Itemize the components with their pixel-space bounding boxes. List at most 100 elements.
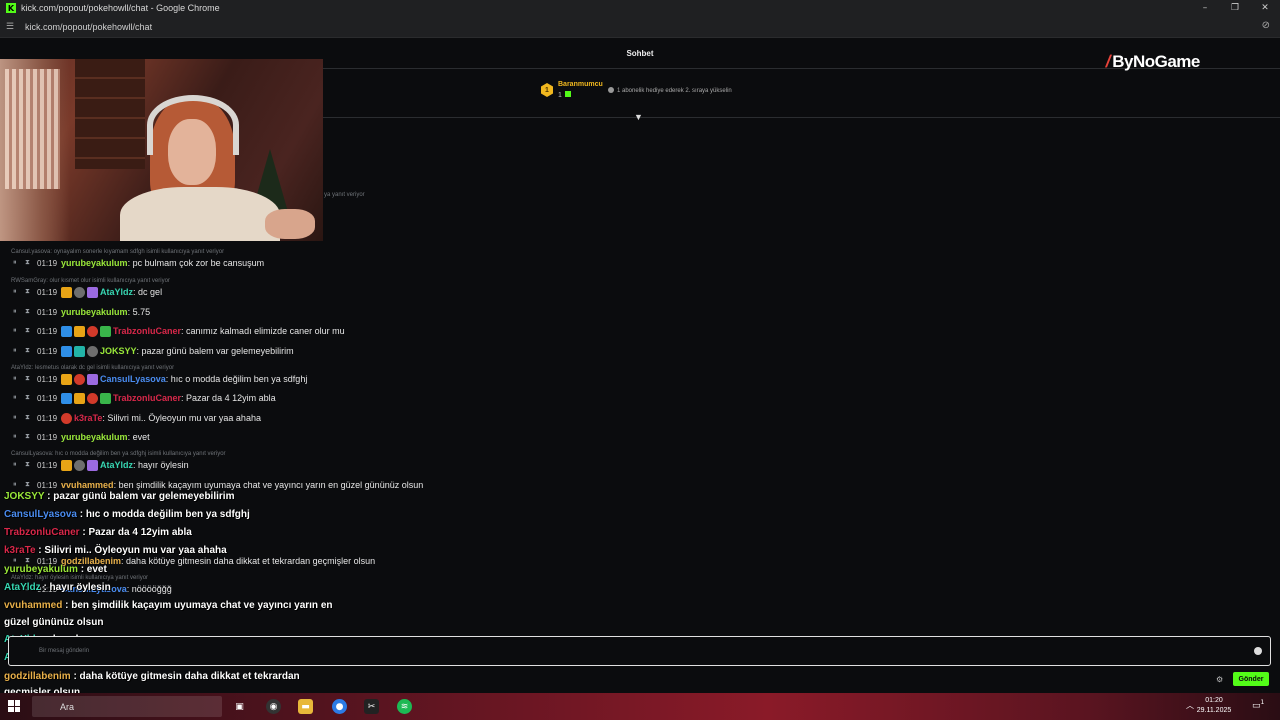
timeout-icon[interactable]: ⧗: [25, 308, 37, 316]
streamer-hand: [265, 209, 315, 239]
pin-message-icon[interactable]: ⏸: [13, 433, 25, 441]
reply-reference[interactable]: RWSamGray: olur kısmet olur isimli kulla…: [11, 278, 170, 284]
message-text: : ben şimdilik kaçayım uyumaya chat ve y…: [113, 480, 424, 490]
maximize-button[interactable]: ❐: [1220, 0, 1250, 16]
chat-settings-icon[interactable]: ⚙: [1216, 675, 1223, 684]
pin-message-icon[interactable]: ⏸: [13, 308, 25, 316]
timeout-icon[interactable]: ⧗: [25, 461, 37, 469]
chat-message[interactable]: ⏸ ⧗ 01:19 CansulLyasova: hıc o modda değili…: [13, 372, 307, 386]
overlay-chat-line: godzillabenim : daha kötüye gitmesin dah…: [4, 671, 300, 682]
user-badge-icon: [74, 325, 86, 337]
chat-message[interactable]: ⏸ ⧗ 01:19 yurubeyakulum: 5.75: [13, 305, 150, 319]
message-username[interactable]: k3raTe: [74, 413, 102, 423]
minimize-button[interactable]: –: [1190, 0, 1220, 16]
chat-message[interactable]: ⏸ ⧗ 01:19 TrabzonluCaner: Pazar da 4 12yim …: [13, 391, 276, 405]
eye-off-icon[interactable]: ⊘: [1262, 20, 1270, 31]
message-time: 01:19: [37, 346, 58, 356]
chat-message[interactable]: ⏸ ⧗ 01:19 JOKSYY: pazar günü balem var gele…: [13, 344, 294, 358]
user-badge-icon: [61, 392, 73, 404]
message-text: : pazar günü balem var gelemeyebilirim: [136, 346, 294, 356]
pin-message-icon[interactable]: ⏸: [13, 375, 25, 383]
timeout-icon[interactable]: ⧗: [25, 327, 37, 335]
pin-message-icon[interactable]: ⏸: [13, 414, 25, 422]
overlay-chat-line: TrabzonluCaner : Pazar da 4 12yim abla: [4, 527, 192, 538]
timeout-icon[interactable]: ⧗: [25, 259, 37, 267]
timeout-icon[interactable]: ⧗: [25, 433, 37, 441]
user-badge-icon: [61, 325, 73, 337]
message-username[interactable]: yurubeyakulum: [61, 432, 128, 442]
timeout-icon[interactable]: ⧗: [25, 481, 37, 489]
overlay-text: : Pazar da 4 12yim abla: [79, 527, 192, 538]
message-username[interactable]: JOKSYY: [100, 346, 137, 356]
user-badge-icon: [87, 325, 99, 337]
timeout-icon[interactable]: ⧗: [25, 414, 37, 422]
chat-message[interactable]: ⏸ ⧗ 01:19 AtaYldz: dc gel: [13, 285, 162, 299]
file-explorer-icon[interactable]: ▬: [298, 699, 313, 714]
chrome-icon[interactable]: ●: [332, 699, 347, 714]
task-view-icon[interactable]: ▣: [232, 699, 247, 714]
gift-note: 1 abonelik hediye ederek 2. sıraya yükse…: [608, 87, 732, 94]
kick-logo-icon: K: [6, 3, 16, 13]
message-username[interactable]: AtaYldz: [100, 460, 133, 470]
pin-message-icon[interactable]: ⏸: [13, 481, 25, 489]
notification-icon[interactable]: ▭1: [1252, 699, 1266, 713]
webcam-curtain: [5, 69, 60, 189]
taskbar-search[interactable]: Ara: [32, 696, 222, 717]
reply-reference[interactable]: AtaYldz: hayır öylesin isimli kullanıcıy…: [11, 575, 148, 581]
send-button[interactable]: Gönder: [1233, 672, 1269, 686]
pin-message-icon[interactable]: ⏸: [13, 461, 25, 469]
message-time: 01:19: [37, 413, 58, 423]
reply-reference[interactable]: AtaYldz: lesmetus olarak dc gel isimli k…: [11, 365, 174, 371]
message-username[interactable]: vvuhammed: [61, 480, 114, 490]
message-username[interactable]: TrabzonluCaner: [113, 393, 181, 403]
reply-reference[interactable]: CansulLyasova: hıc o modda değilim ben y…: [11, 451, 226, 457]
user-badge-icon: [61, 286, 73, 298]
message-username[interactable]: TrabzonluCaner: [113, 326, 181, 336]
timeout-icon[interactable]: ⧗: [25, 288, 37, 296]
tray-chevron-icon[interactable]: ︿: [1186, 700, 1194, 711]
user-badge-icon: [74, 286, 86, 298]
message-username[interactable]: yurubeyakulum: [61, 258, 128, 268]
message-text: : hıc o modda değilim ben ya sdfghj: [165, 374, 308, 384]
url-text[interactable]: kick.com/popout/pokehowll/chat: [25, 22, 152, 32]
start-icon[interactable]: [8, 700, 20, 712]
site-info-icon[interactable]: ☰: [6, 21, 20, 32]
message-username[interactable]: yurubeyakulum: [61, 307, 128, 317]
timeout-icon[interactable]: ⧗: [25, 375, 37, 383]
chat-message[interactable]: ⏸ ⧗ 01:19 TrabzonluCaner: canımız kalmadı e…: [13, 324, 345, 338]
browser-title-bar: K kick.com/popout/pokehowll/chat - Googl…: [0, 0, 1280, 16]
chat-message[interactable]: ⏸ ⧗ 01:19 vvuhammed: ben şimdilik kaçayım u…: [13, 478, 423, 492]
message-time: 01:19: [37, 460, 58, 470]
chat-message[interactable]: ⏸ ⧗ 01:19 yurubeyakulum: evet: [13, 430, 150, 444]
message-input[interactable]: Bir mesaj gönderin: [8, 636, 1271, 666]
overlay-username: JOKSYY: [4, 491, 45, 502]
pin-message-icon[interactable]: ⏸: [13, 347, 25, 355]
obs-icon[interactable]: ◉: [266, 699, 281, 714]
chat-message[interactable]: ⏸ ⧗ 01:19 k3raTe: Silivri mi.. Öyleoyun mu …: [13, 411, 261, 425]
message-username[interactable]: AtaYldz: [100, 287, 133, 297]
address-bar[interactable]: ☰ kick.com/popout/pokehowll/chat ⊘: [0, 16, 1280, 38]
message-time: 01:19: [37, 258, 58, 268]
timeout-icon[interactable]: ⧗: [25, 347, 37, 355]
close-button[interactable]: ✕: [1250, 0, 1280, 16]
spotify-icon[interactable]: ≋: [397, 699, 412, 714]
collapse-pinned-icon[interactable]: ▼: [634, 112, 646, 122]
overlay-chat-line: vvuhammed : ben şimdilik kaçayım uyumaya…: [4, 600, 333, 611]
user-badge-icon: [61, 412, 73, 424]
gifter-username[interactable]: Baranmumcu: [558, 81, 603, 88]
taskbar-clock[interactable]: 01:20 29.11.2025: [1196, 696, 1232, 716]
chat-message[interactable]: ⏸ ⧗ 01:19 AtaYldz: hayır öylesin: [13, 458, 189, 472]
user-badge-icon: [61, 459, 73, 471]
chat-message[interactable]: ⏸ ⧗ 01:19 yurubeyakulum: pc bulmam çok zor …: [13, 256, 264, 270]
timeout-icon[interactable]: ⧗: [25, 394, 37, 402]
pin-message-icon[interactable]: ⏸: [13, 259, 25, 267]
emoji-icon[interactable]: [1254, 647, 1262, 655]
capcut-icon[interactable]: ✂: [364, 699, 379, 714]
message-username[interactable]: CansulLyasova: [100, 374, 166, 384]
pin-message-icon[interactable]: ⏸: [13, 288, 25, 296]
reply-reference[interactable]: Cansul.yasova: oynayalım sonerle kıyamam…: [11, 249, 224, 255]
pin-message-icon[interactable]: ⏸: [13, 394, 25, 402]
pin-message-icon[interactable]: ⏸: [13, 327, 25, 335]
overlay-chat-line: CansulLyasova : hıc o modda değilim ben …: [4, 509, 250, 520]
message-text: : Pazar da 4 12yim abla: [181, 393, 276, 403]
